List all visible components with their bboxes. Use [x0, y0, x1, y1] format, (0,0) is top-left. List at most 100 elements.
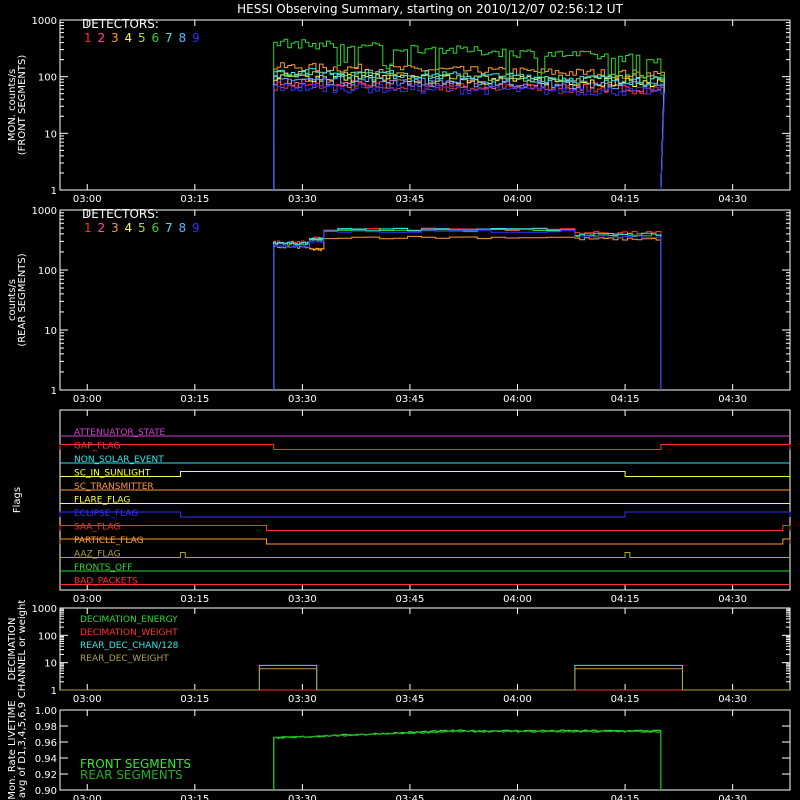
front-series-2: [273, 78, 665, 191]
y-tick-label: 100: [38, 631, 57, 642]
livetime-legend-1: REAR SEGMENTS: [80, 768, 183, 782]
front-legend-label-9: 9: [192, 31, 200, 45]
x-tick-label: 04:00: [503, 594, 532, 605]
x-tick-label: 04:00: [503, 694, 532, 705]
front-legend-label-5: 5: [138, 31, 146, 45]
y-tick-label: 1: [51, 186, 57, 197]
rear-legend-label-2: 2: [98, 221, 106, 235]
livetime-series-1: [273, 730, 662, 791]
x-tick-label: 03:45: [396, 794, 425, 800]
flag-label-gap_flag: GAP_FLAG: [74, 442, 120, 452]
x-tick-label: 03:30: [288, 594, 317, 605]
y-tick-label: 1000: [32, 16, 57, 27]
x-tick-label: 04:15: [611, 794, 640, 800]
flags-ylabel: Flags: [12, 487, 23, 513]
x-tick-label: 03:15: [180, 794, 209, 800]
panel-frame-1: [59, 19, 791, 191]
x-tick-label: 03:15: [180, 194, 209, 205]
y-tick-label: 100: [38, 266, 57, 277]
x-tick-label: 03:45: [396, 394, 425, 405]
flag-line-aaz_flag: [60, 552, 790, 558]
x-tick-label: 04:30: [718, 794, 747, 800]
x-tick-label: 04:30: [718, 194, 747, 205]
x-tick-label: 04:00: [503, 394, 532, 405]
decimation-legend-2: REAR_DEC_CHAN/128: [80, 641, 179, 651]
x-tick-label: 03:00: [73, 394, 102, 405]
flag-line-gap_flag: [59, 444, 791, 450]
decimation-ylabel: CHANNEL or weight: [17, 600, 28, 699]
x-tick-label: 04:30: [718, 594, 747, 605]
x-tick-label: 03:15: [180, 694, 209, 705]
y-tick-label: 1: [51, 686, 57, 697]
decimation-legend-1: DECIMATION_WEIGHT: [80, 628, 178, 638]
y-tick-label: 0.98: [35, 722, 57, 733]
livetime-ylabel: avg of D1,3,4,5,6,9: [17, 702, 28, 798]
y-tick-label: 0.94: [35, 754, 57, 765]
x-tick-label: 04:00: [503, 194, 532, 205]
rear-series-3: [273, 235, 662, 391]
y-tick-label: 100: [38, 73, 57, 84]
rear-legend-label-3: 3: [111, 221, 119, 235]
front-legend-label-4: 4: [125, 31, 133, 45]
y-tick-label: 0.96: [35, 738, 57, 749]
front-series-7: [273, 67, 665, 191]
front-legend-label-2: 2: [98, 31, 106, 45]
x-tick-label: 03:30: [288, 794, 317, 800]
decimation-series-3: [60, 668, 790, 691]
x-tick-label: 03:15: [180, 594, 209, 605]
rear-legend-label-6: 6: [152, 221, 160, 235]
rear-series-7: [273, 228, 662, 391]
front-legend-label-1: 1: [84, 31, 92, 45]
y-tick-label: 1000: [32, 604, 57, 615]
y-tick-label: 1000: [32, 206, 57, 217]
front-series-9: [273, 83, 665, 191]
panel-frame-3: [59, 409, 791, 591]
rear-legend-label-1: 1: [84, 221, 92, 235]
x-tick-label: 03:15: [180, 394, 209, 405]
x-tick-label: 04:15: [611, 694, 640, 705]
y-tick-label: 0.90: [35, 786, 57, 797]
x-tick-label: 03:45: [396, 694, 425, 705]
chart-title: HESSI Observing Summary, starting on 201…: [237, 2, 623, 16]
y-tick-label: 10: [44, 659, 57, 670]
rear-legend-title: DETECTORS:: [82, 207, 159, 221]
y-tick-label: 1.00: [35, 706, 57, 717]
rear-legend-label-5: 5: [138, 221, 146, 235]
rear-series-1: [273, 227, 662, 391]
front-series-1: [273, 81, 665, 191]
front-series-8: [273, 75, 665, 191]
x-tick-label: 03:45: [396, 194, 425, 205]
x-tick-label: 04:15: [611, 594, 640, 605]
rear-series-9: [273, 229, 662, 391]
x-tick-label: 04:15: [611, 394, 640, 405]
x-tick-label: 04:30: [718, 694, 747, 705]
rear-legend-label-4: 4: [125, 221, 133, 235]
livetime-series-0: [273, 729, 662, 791]
y-tick-label: 10: [44, 326, 57, 337]
front-legend-label-6: 6: [152, 31, 160, 45]
x-tick-label: 04:00: [503, 794, 532, 800]
x-tick-label: 03:30: [288, 694, 317, 705]
x-tick-label: 04:30: [718, 394, 747, 405]
flag-line-saa_flag: [59, 525, 791, 531]
y-tick-label: 0.92: [35, 770, 57, 781]
decimation-legend-0: DECIMATION_ENERGY: [80, 615, 178, 625]
flag-label-eclipse_flag: ECLIPSE_FLAG: [74, 509, 138, 519]
rear-legend-label-7: 7: [165, 221, 173, 235]
rear-series-6: [273, 228, 662, 391]
flag-label-saa_flag: SAA_FLAG: [74, 523, 120, 533]
observing-summary-plot: HESSI Observing Summary, starting on 201…: [7, 2, 791, 800]
front-legend-label-8: 8: [179, 31, 187, 45]
front-legend-title: DETECTORS:: [82, 17, 159, 31]
x-tick-label: 03:45: [396, 594, 425, 605]
front-legend-label-3: 3: [111, 31, 119, 45]
x-tick-label: 04:15: [611, 194, 640, 205]
front-series-6: [273, 38, 665, 191]
x-tick-label: 03:00: [73, 694, 102, 705]
flag-label-particle_flag: PARTICLE_FLAG: [74, 536, 144, 546]
flag-line-sc_in_sunlight: [60, 471, 790, 477]
front-legend-label-7: 7: [165, 31, 173, 45]
x-tick-label: 03:30: [288, 194, 317, 205]
x-tick-label: 03:30: [288, 394, 317, 405]
flag-line-particle_flag: [59, 538, 791, 545]
